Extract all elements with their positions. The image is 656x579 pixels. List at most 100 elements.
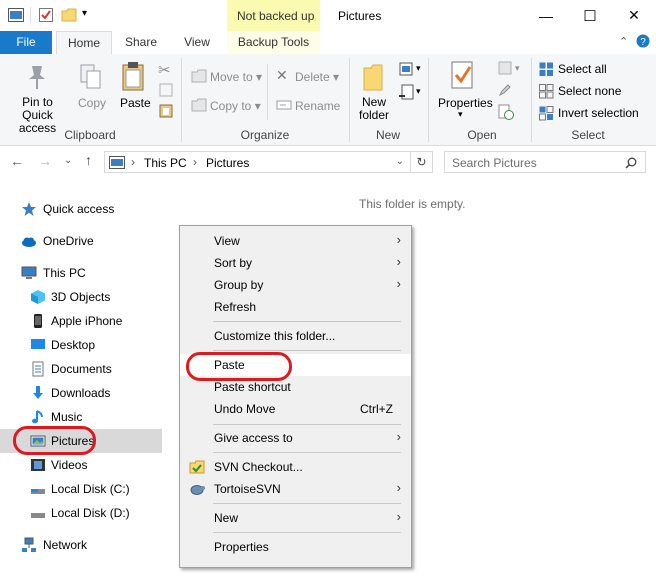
move-to-icon [191,69,207,83]
tab-home[interactable]: Home [56,31,112,54]
submenu-arrow-icon: › [396,429,401,444]
copy-to-button[interactable]: Copy to ▾ [210,99,261,113]
new-folder-label-2: folder [358,108,390,122]
sidebar-item-documents[interactable]: Documents [0,357,162,381]
refresh-icon[interactable]: ↻ [411,151,433,173]
menu-item-customize-folder[interactable]: Customize this folder... [180,325,411,347]
new-item-dropdown-icon[interactable]: ▾ [416,63,421,74]
menu-item-label: Customize this folder... [214,329,336,343]
new-item-icon[interactable] [399,61,415,77]
search-input[interactable]: Search Pictures [444,151,646,173]
history-icon[interactable] [498,104,514,120]
tortoise-icon [190,485,205,495]
help-icon[interactable]: ? [636,34,650,48]
properties-icon [451,61,473,89]
invert-selection-icon [539,106,554,121]
sidebar-item-local-disk-d[interactable]: Local Disk (D:) [0,501,162,525]
sidebar-item-label: 3D Objects [51,290,111,304]
menu-item-svn-checkout[interactable]: SVN Checkout... [180,456,411,478]
empty-folder-message: This folder is empty. [359,197,466,211]
tab-share[interactable]: Share [118,31,164,54]
cube-icon [31,290,45,304]
menu-item-label: Refresh [214,300,257,314]
network-icon [22,537,36,552]
disk-icon [31,489,45,494]
menu-item-view[interactable]: View › [180,230,411,252]
menu-item-undo-move[interactable]: Undo Move Ctrl+Z [180,398,411,420]
menu-item-properties[interactable]: Properties [180,536,411,558]
back-arrow-icon[interactable]: ← [10,153,24,169]
recent-locations-icon[interactable]: ⌄ [64,155,72,166]
menu-item-new[interactable]: New › [180,507,411,529]
forward-arrow-icon[interactable]: → [38,153,52,169]
close-button[interactable]: ✕ [612,0,656,31]
sidebar-item-label: OneDrive [43,234,94,248]
collapse-ribbon-icon[interactable]: ⌃ [619,35,628,48]
video-icon [31,459,45,471]
sidebar-item-videos[interactable]: Videos [0,453,162,477]
breadcrumb-pictures[interactable]: Pictures [206,156,249,170]
properties-dropdown-icon[interactable]: ▾ [458,109,463,120]
sidebar-item-local-disk-c[interactable]: Local Disk (C:) [0,477,162,501]
menu-item-tortoisesvn[interactable]: TortoiseSVN › [180,478,411,500]
organize-group-label: Organize [240,128,290,142]
invert-selection-button[interactable]: Invert selection [558,106,639,120]
explorer-app-icon[interactable] [8,8,24,22]
contextual-tab-label: Not backed up [237,9,315,23]
maximize-button[interactable]: ☐ [568,0,612,31]
breadcrumb-separator-icon: › [131,155,135,169]
menu-item-sort-by[interactable]: Sort by › [180,252,411,274]
sidebar-item-label: Quick access [43,202,115,216]
sidebar-item-apple-iphone[interactable]: Apple iPhone [0,309,162,333]
address-bar[interactable]: › This PC › Pictures ⌄ [104,151,411,173]
sidebar-item-desktop[interactable]: Desktop [0,333,162,357]
easy-access-icon[interactable] [399,84,415,100]
move-to-button[interactable]: Move to ▾ [210,70,262,84]
select-all-button[interactable]: Select all [558,62,607,76]
sidebar-item-quick-access[interactable]: Quick access [0,197,162,221]
paste-button[interactable]: Paste [120,96,151,110]
search-placeholder: Search Pictures [452,156,537,170]
cut-icon[interactable]: ✂ [158,61,171,79]
tab-backup-tools[interactable]: Backup Tools [227,31,320,54]
sidebar-item-this-pc[interactable]: This PC [0,261,162,285]
sidebar-item-3d-objects[interactable]: 3D Objects [0,285,162,309]
address-dropdown-icon[interactable]: ⌄ [396,156,404,167]
new-folder-button[interactable]: New folder [355,96,393,122]
quick-access-dropdown-icon[interactable]: ▾ [82,8,87,19]
copy-button[interactable]: Copy [78,96,106,110]
select-all-icon [539,62,553,76]
properties-check-icon[interactable] [38,7,54,23]
copy-to-label: Copy to [210,99,252,113]
menu-separator [213,452,401,453]
edit-icon[interactable] [498,83,512,97]
menu-item-refresh[interactable]: Refresh [180,296,411,318]
copy-path-icon[interactable] [159,83,173,97]
paste-shortcut-icon[interactable] [159,104,173,118]
sidebar-item-network[interactable]: Network [0,533,162,557]
submenu-arrow-icon: › [396,509,401,524]
open-dropdown-icon[interactable]: ▾ [515,63,520,74]
sidebar-item-onedrive[interactable]: OneDrive [0,229,162,253]
rename-button[interactable]: Rename [295,99,340,113]
tab-view[interactable]: View [174,31,220,54]
delete-button[interactable]: Delete ▾ [295,70,339,84]
menu-item-group-by[interactable]: Group by › [180,274,411,296]
menu-separator [213,532,401,533]
sidebar-item-downloads[interactable]: Downloads [0,381,162,405]
menu-separator [213,503,401,504]
paste-highlight-annotation [186,352,292,381]
properties-button[interactable]: Properties [438,96,493,110]
menu-item-give-access-to[interactable]: Give access to › [180,427,411,449]
new-folder-icon[interactable] [61,7,77,23]
easy-access-dropdown-icon[interactable]: ▾ [416,86,421,97]
minimize-button[interactable]: — [524,0,568,31]
svg-text:?: ? [640,37,646,48]
open-icon[interactable] [498,61,512,75]
delete-label: Delete [295,70,330,84]
up-arrow-icon[interactable]: ↑ [85,152,92,168]
tab-file[interactable]: File [0,31,52,54]
breadcrumb-this-pc[interactable]: This PC [144,156,187,170]
computer-icon [21,266,37,279]
select-none-button[interactable]: Select none [558,84,621,98]
